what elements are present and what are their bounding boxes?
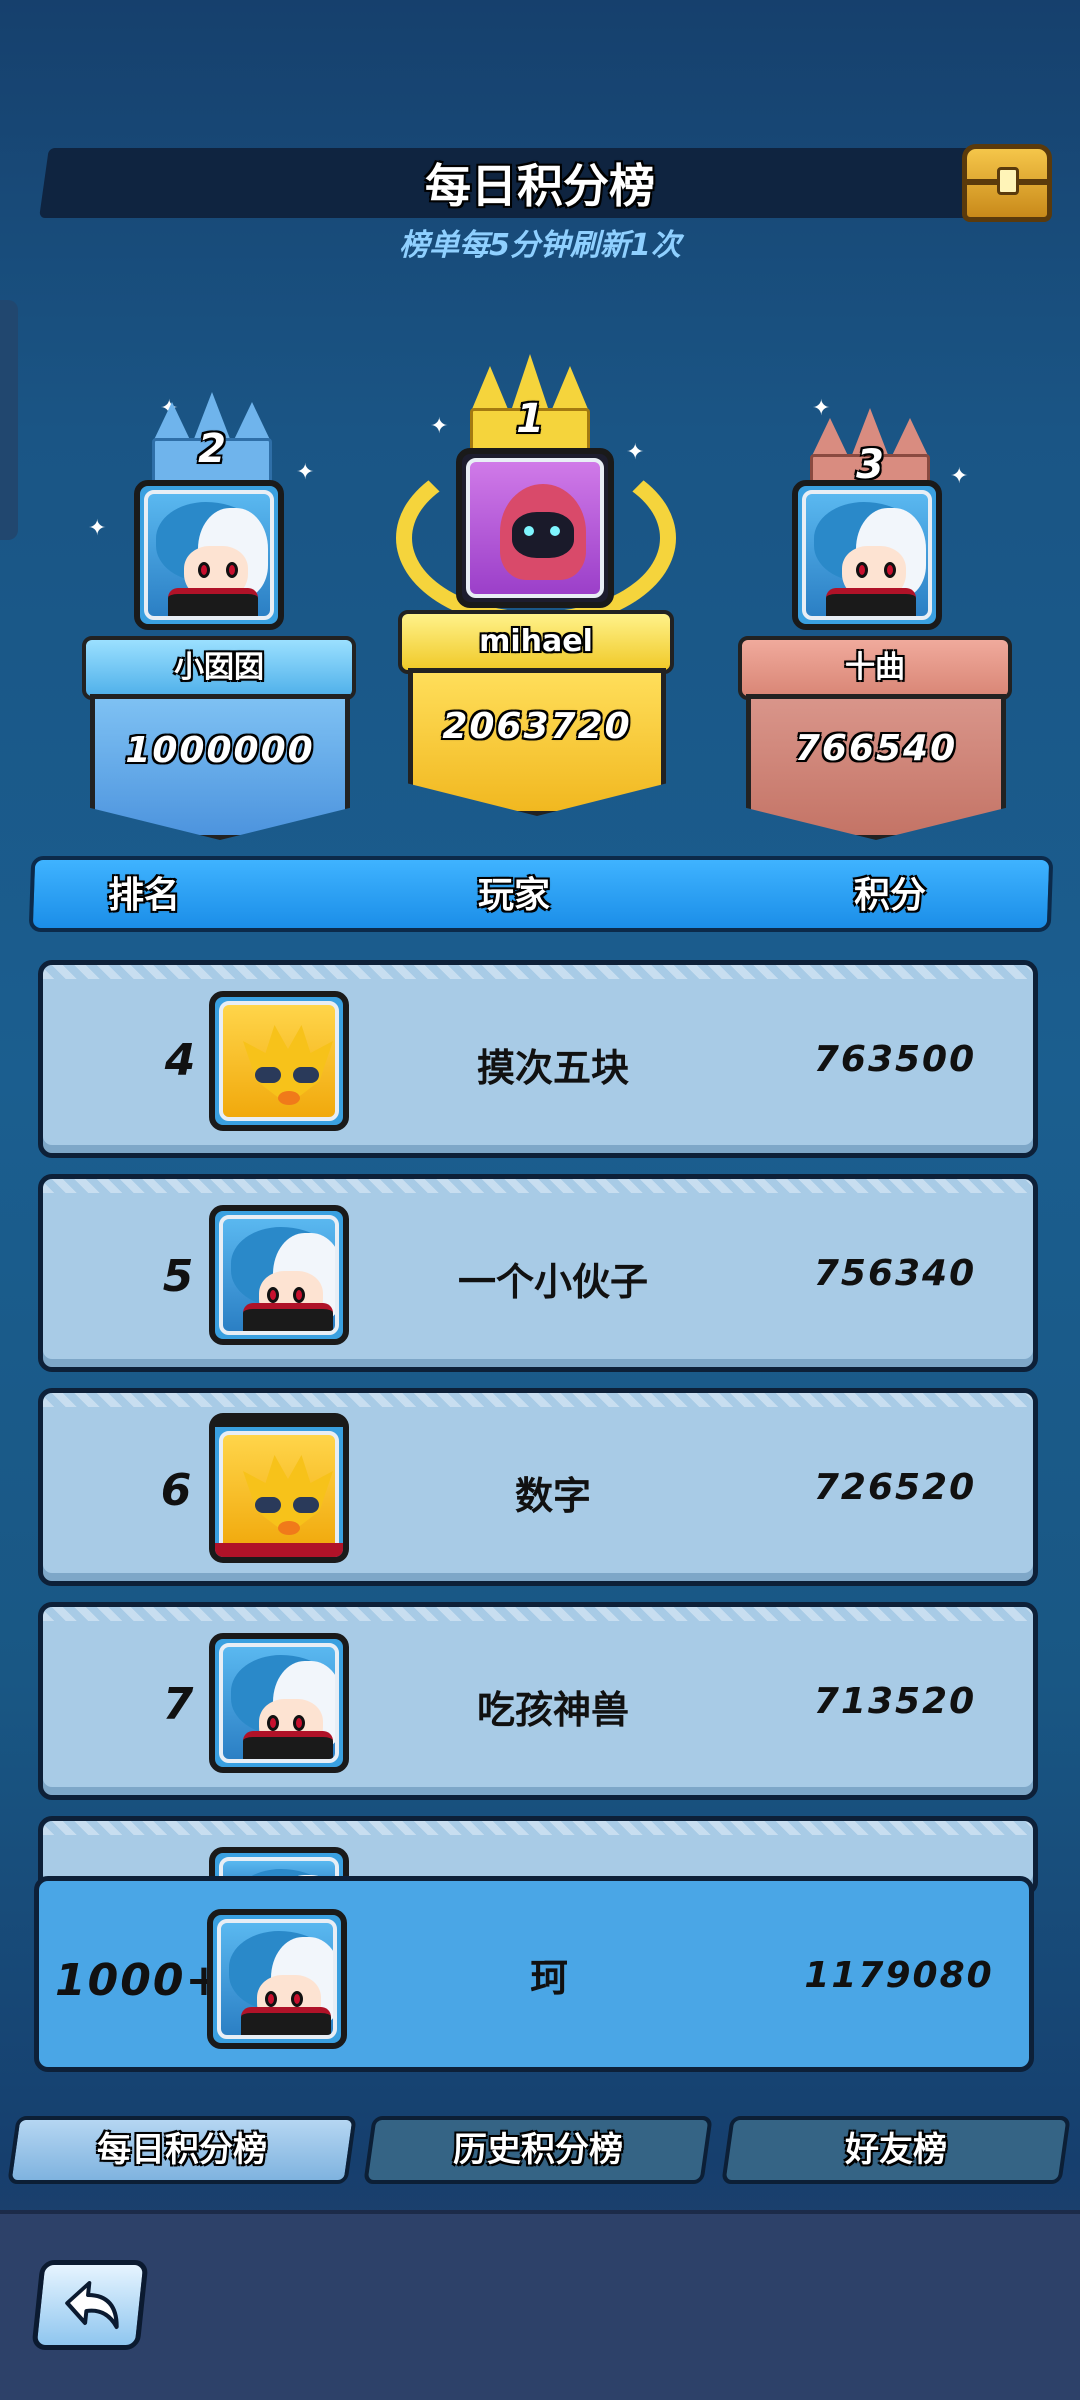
avatar [209, 1413, 349, 1563]
avatar [209, 1205, 349, 1345]
row-player-name: 一个小伙子 [457, 1260, 648, 1304]
avatar [134, 480, 284, 630]
sparkle-icon: ✦ [430, 414, 449, 439]
column-rank-label: 排名 [108, 875, 181, 916]
treasure-chest-icon[interactable] [962, 144, 1052, 222]
podium-name: 小囡囡 [82, 636, 356, 700]
refresh-note: 榜单每5分钟刷新1次 [399, 228, 681, 263]
podium-rank: 1 [516, 396, 544, 442]
row-score: 763500 [813, 1039, 977, 1080]
sparkle-icon: ✦ [88, 516, 107, 541]
tab-daily[interactable]: 每日积分榜 [7, 2116, 357, 2184]
row-score: 713520 [813, 1681, 977, 1722]
row-player-name: 吃孩神兽 [476, 1688, 629, 1732]
podium-rank: 2 [198, 426, 226, 472]
back-button[interactable] [31, 2260, 149, 2350]
tab-label: 好友榜 [845, 2130, 947, 2170]
side-edge-tab [0, 300, 18, 540]
podium-name: 十曲 [738, 636, 1012, 700]
podium-score: 2063720 [442, 706, 632, 747]
column-score-label: 积分 [854, 875, 927, 916]
podium-score: 766540 [794, 728, 958, 769]
silver-crown-icon: 2 [152, 392, 272, 484]
tab-history[interactable]: 历史积分榜 [363, 2116, 713, 2184]
sparkle-icon: ✦ [626, 440, 645, 465]
avatar [792, 480, 942, 630]
avatar [456, 448, 614, 608]
podium-score: 1000000 [125, 730, 315, 771]
tab-label: 每日积分榜 [97, 2130, 267, 2170]
page-title: 每日积分榜 [425, 159, 655, 213]
my-score: 1179080 [804, 1955, 994, 1996]
row-player-name: 数字 [514, 1474, 591, 1518]
bottom-panel [0, 2210, 1080, 2400]
table-row[interactable]: 5 一个小伙子 756340 [38, 1174, 1038, 1372]
table-row[interactable]: 4 摸次五块 763500 [38, 960, 1038, 1158]
avatar [209, 1633, 349, 1773]
my-rank: 1000+ [55, 1955, 225, 2006]
my-rank-row[interactable]: 1000+ 珂 1179080 [34, 1876, 1034, 2072]
my-player-name: 珂 [529, 1956, 568, 2000]
sparkle-icon: ✦ [950, 464, 969, 489]
sparkle-icon: ✦ [296, 460, 315, 485]
row-score: 726520 [813, 1467, 977, 1508]
table-row[interactable]: 7 吃孩神兽 713520 [38, 1602, 1038, 1800]
row-score: 756340 [813, 1253, 977, 1294]
column-player-label: 玩家 [478, 875, 551, 916]
tab-friends[interactable]: 好友榜 [721, 2116, 1071, 2184]
back-arrow-icon [65, 2281, 119, 2329]
tab-label: 历史积分榜 [453, 2130, 623, 2170]
avatar [209, 991, 349, 1131]
avatar [207, 1909, 347, 2049]
podium-name: mihael [398, 610, 674, 674]
table-row[interactable]: 6 数字 726520 [38, 1388, 1038, 1586]
row-player-name: 摸次五块 [476, 1046, 629, 1090]
gold-crown-icon: 1 [470, 354, 590, 454]
